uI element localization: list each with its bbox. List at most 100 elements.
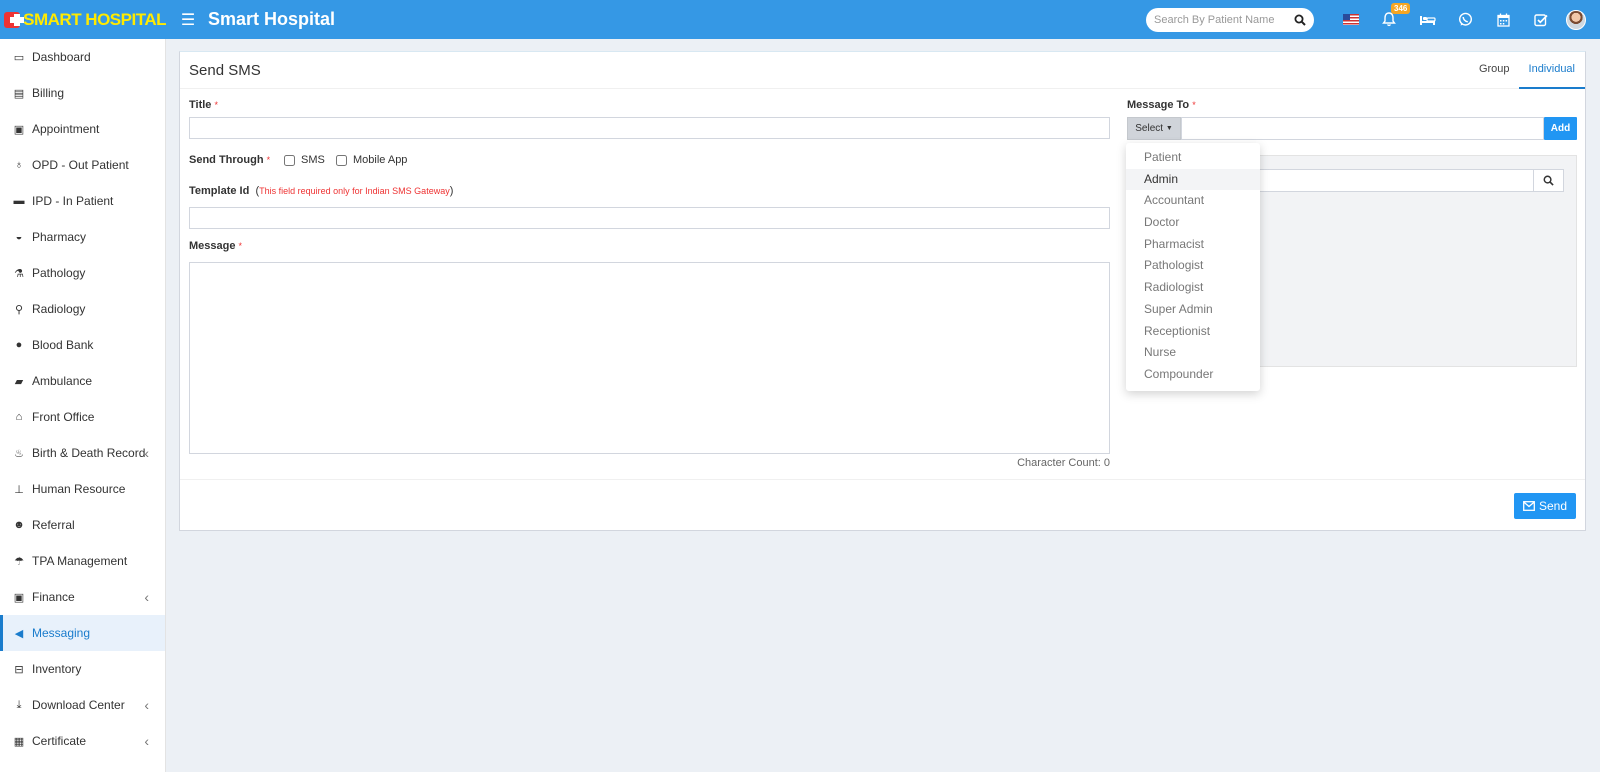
sidebar-item-label: Messaging [32, 626, 91, 640]
bed-icon [1419, 15, 1436, 25]
sidebar-item-label: Inventory [32, 662, 82, 676]
sidebar: ▭ Dashboard ▤ Billing ▣ Appointment ♁ OPD - Out… [0, 39, 166, 772]
sidebar-item-label: Referral [32, 518, 75, 532]
dropdown-option-super-admin[interactable]: Super Admin [1126, 299, 1260, 321]
template-id-label-text: Template Id [189, 185, 250, 197]
dropdown-option-patient[interactable]: Patient [1126, 147, 1260, 169]
sitemap-icon: ⊥ [14, 483, 24, 496]
mobile-app-checkbox[interactable] [336, 154, 347, 166]
recipient-type-dropdown: Patient Admin Accountant Doctor Pharmacist Pa… [1126, 143, 1260, 391]
calendar-icon [1496, 13, 1510, 27]
required-mark: * [266, 155, 271, 165]
title-input[interactable] [189, 117, 1110, 139]
sidebar-item-tpa-management[interactable]: ☂ TPA Management [0, 543, 165, 579]
recipient-type-select[interactable]: Select ▼ [1127, 117, 1181, 140]
whatsapp-button[interactable] [1446, 0, 1484, 39]
sidebar-item-pathology[interactable]: ⚗ Pathology [0, 255, 165, 291]
dropdown-option-pharmacist[interactable]: Pharmacist [1126, 234, 1260, 256]
top-navbar: SMART HOSPITAL ☰ Smart Hospital 346 [0, 0, 1600, 39]
calendar-button[interactable] [1484, 0, 1522, 39]
dropdown-option-pathologist[interactable]: Pathologist [1126, 255, 1260, 277]
recipient-list-filter[interactable] [1240, 169, 1534, 192]
sidebar-item-messaging[interactable]: ◀ Messaging [0, 615, 165, 651]
title-label-text: Title [189, 99, 212, 111]
avatar [1566, 9, 1586, 30]
chevron-left-icon: ‹ [144, 589, 149, 605]
dropdown-option-radiologist[interactable]: Radiologist [1126, 277, 1260, 299]
us-flag-icon [1343, 14, 1359, 25]
patient-search-input[interactable] [1154, 13, 1284, 26]
sidebar-item-appointment[interactable]: ▣ Appointment [0, 111, 165, 147]
sidebar-item-finance[interactable]: ▣ Finance ‹ [0, 579, 165, 615]
caret-down-icon: ▼ [1165, 125, 1173, 132]
bed-status-button[interactable] [1408, 0, 1446, 39]
dropdown-option-nurse[interactable]: Nurse [1126, 342, 1260, 364]
sidebar-item-human-resource[interactable]: ⊥ Human Resource [0, 471, 165, 507]
check-square-icon [1534, 13, 1548, 26]
dropdown-option-receptionist[interactable]: Receptionist [1126, 321, 1260, 343]
dolly-icon: ⊟ [14, 663, 24, 676]
dropdown-option-doctor[interactable]: Doctor [1126, 212, 1260, 234]
sidebar-item-billing[interactable]: ▤ Billing [0, 75, 165, 111]
sidebar-item-opd-out-patient[interactable]: ♁ OPD - Out Patient [0, 147, 165, 183]
bed-icon: ▬ [13, 195, 25, 207]
notifications-button[interactable]: 346 [1370, 0, 1411, 39]
sidebar-item-front-office[interactable]: ⌂ Front Office [0, 399, 165, 435]
sidebar-item-blood-bank[interactable]: ● Blood Bank [0, 327, 165, 363]
message-to-label-text: Message To [1127, 99, 1190, 111]
sidebar-item-certificate[interactable]: ▦ Certificate ‹ [0, 723, 165, 759]
sms-checkbox-label[interactable]: SMS [284, 154, 325, 166]
language-selector[interactable] [1332, 0, 1370, 39]
app-logo[interactable]: SMART HOSPITAL [0, 0, 166, 39]
send-through-label-text: Send Through [189, 154, 264, 166]
sms-option-text: SMS [301, 154, 325, 166]
tasks-button[interactable] [1522, 0, 1560, 39]
bullhorn-icon: ◀ [14, 627, 24, 640]
send-through-label: Send Through * [189, 154, 270, 166]
character-count: Character Count: 0 [1017, 457, 1110, 469]
send-sms-panel: Send SMS Group Individual Title * Send T… [179, 51, 1586, 531]
dropdown-option-accountant[interactable]: Accountant [1126, 190, 1260, 212]
dropdown-option-compounder[interactable]: Compounder [1126, 364, 1260, 386]
sidebar-item-label: OPD - Out Patient [32, 158, 129, 172]
recipient-search-input[interactable] [1181, 117, 1544, 140]
sidebar-item-label: Billing [32, 86, 65, 100]
users-icon: ☻ [13, 519, 25, 531]
required-mark: * [214, 100, 218, 110]
sidebar-item-dashboard[interactable]: ▭ Dashboard [0, 39, 165, 75]
sidebar-item-label: Dashboard [32, 50, 91, 64]
money-bill-icon: ▣ [13, 591, 25, 604]
sidebar-item-ambulance[interactable]: ▰ Ambulance [0, 363, 165, 399]
sidebar-item-radiology[interactable]: ⚲ Radiology [0, 291, 165, 327]
sidebar-item-front-cms[interactable]: ▥Front CMS [0, 759, 165, 772]
tab-individual[interactable]: Individual [1518, 52, 1585, 89]
sms-checkbox[interactable] [284, 154, 295, 166]
tab-group[interactable]: Group [1470, 52, 1519, 89]
select-label: Select [1135, 123, 1164, 134]
search-icon[interactable] [1294, 14, 1306, 26]
certificate-icon: ▦ [13, 735, 25, 748]
sidebar-item-inventory[interactable]: ⊟ Inventory [0, 651, 165, 687]
sidebar-item-referral[interactable]: ☻ Referral [0, 507, 165, 543]
menu-toggle-icon[interactable]: ☰ [178, 10, 198, 30]
whatsapp-icon [1458, 12, 1472, 26]
add-recipient-button[interactable]: Add [1544, 117, 1577, 140]
recipient-search-button[interactable] [1533, 169, 1564, 192]
microscope-icon: ⚲ [14, 303, 24, 316]
patient-search [1146, 7, 1314, 32]
sidebar-item-ipd-in-patient[interactable]: ▬ IPD - In Patient [0, 183, 165, 219]
send-label: Send [1538, 499, 1568, 513]
sidebar-item-download-center[interactable]: ⤓ Download Center ‹ [0, 687, 165, 723]
dropdown-option-admin[interactable]: Admin [1126, 168, 1260, 191]
mortar-pestle-icon: ◒ [15, 231, 23, 243]
message-textarea[interactable] [189, 262, 1110, 454]
user-profile-button[interactable] [1560, 0, 1592, 39]
receipt-icon: ▤ [13, 87, 25, 100]
mobile-app-checkbox-label[interactable]: Mobile App [336, 154, 407, 166]
sidebar-item-birth-death-record[interactable]: ♨ Birth & Death Record ‹ [0, 435, 165, 471]
send-button[interactable]: Send [1514, 493, 1576, 519]
dungeon-icon: ⌂ [15, 411, 23, 423]
sidebar-item-pharmacy[interactable]: ◒ Pharmacy [0, 219, 165, 255]
sidebar-item-label: Front Office [32, 410, 95, 424]
template-id-input[interactable] [189, 207, 1110, 229]
